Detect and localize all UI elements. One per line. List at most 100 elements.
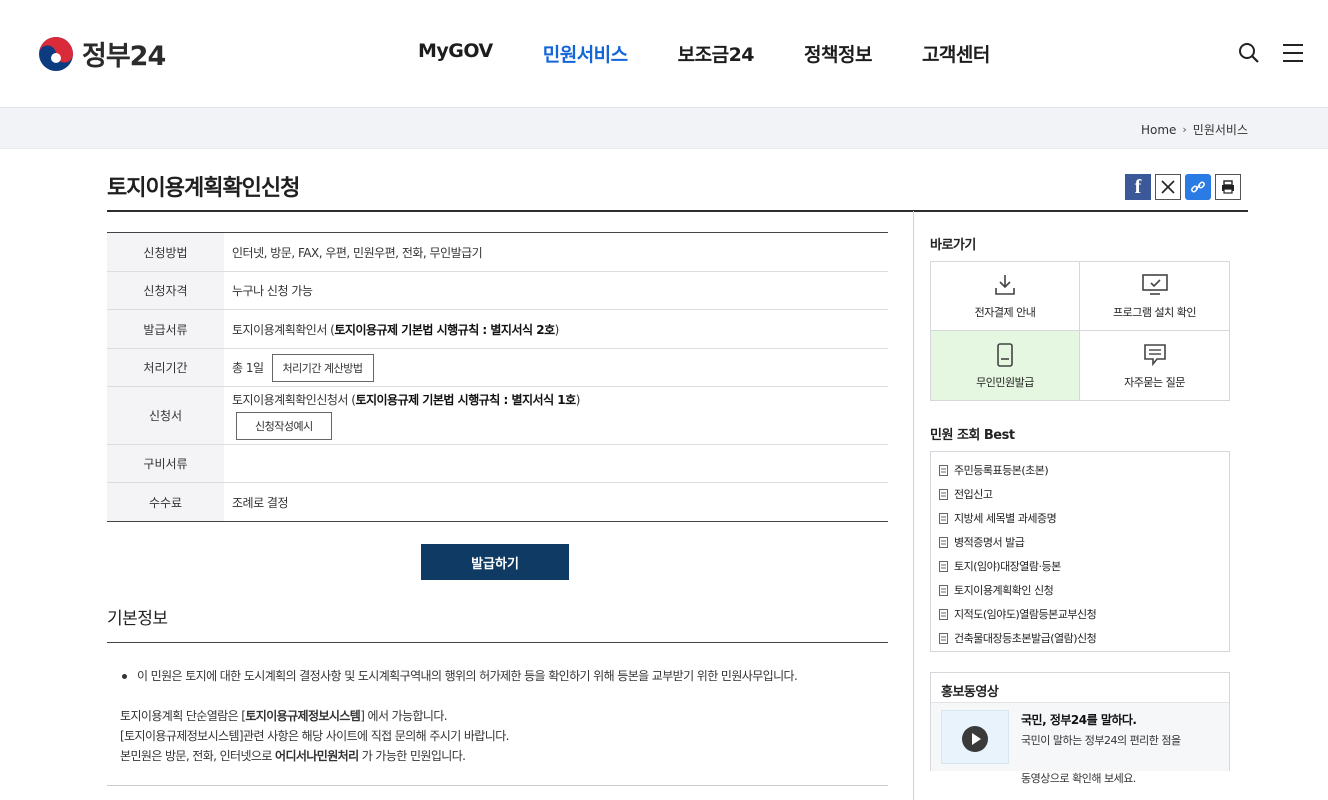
content-bottom-divider	[107, 785, 888, 786]
speech-bubble-icon	[1143, 343, 1166, 366]
list-item[interactable]: 전입신고	[939, 482, 1229, 506]
list-item[interactable]: 지방세 세목별 과세증명	[939, 506, 1229, 530]
kiosk-icon	[997, 342, 1013, 367]
p3-post: 가 가능한 민원입니다.	[358, 749, 466, 763]
p1-post: ] 에서 가능합니다.	[360, 709, 448, 723]
monitor-check-icon	[1141, 274, 1168, 295]
promo-desc-line1: 국민이 말하는 정부24의 편리한 점을	[1021, 734, 1181, 747]
list-item: 이 민원은 토지에 대한 도시계획의 결정사항 및 도시계획구역내의 행위의 허…	[120, 666, 880, 686]
list-item[interactable]: 토지(임야)대장열람·등본	[939, 554, 1229, 578]
table-row: 신청방법 인터넷, 방문, FAX, 우편, 민원우편, 전화, 무인발급기	[107, 233, 888, 272]
nav-subsidy24[interactable]: 보조금24	[678, 40, 755, 67]
p3-bold: 어디서나민원처리	[275, 749, 359, 763]
table-row: 구비서류	[107, 445, 888, 483]
basic-bullet-text: 이 민원은 토지에 대한 도시계획의 결정사항 및 도시계획구역내의 행위의 허…	[137, 669, 798, 683]
list-item[interactable]: 병적증명서 발급	[939, 530, 1229, 554]
row-value: 조례로 결정	[232, 495, 289, 510]
list-item[interactable]: 지적도(임야도)열람등본교부신청	[939, 602, 1229, 626]
document-icon	[939, 488, 948, 500]
form-regulation: 토지이용규제 기본법 시행규칙 : 별지서식 1호	[355, 393, 576, 407]
promo-headline[interactable]: 국민, 정부24를 말하다.	[1021, 711, 1181, 728]
menu-icon[interactable]	[1282, 42, 1304, 64]
page-title: 토지이용계획확인신청	[107, 176, 300, 201]
breadcrumb-current[interactable]: 민원서비스	[1193, 121, 1248, 138]
link-copy-icon[interactable]	[1185, 174, 1211, 200]
row-label: 신청방법	[107, 233, 224, 271]
site-header: 정부24 MyGOV 민원서비스 보조금24 정책정보 고객센터	[0, 0, 1328, 108]
best-title: 민원 조회 Best	[930, 428, 1015, 443]
row-value	[224, 445, 888, 482]
best-item-label: 지적도(임야도)열람등본교부신청	[954, 608, 1097, 621]
document-icon	[939, 536, 948, 548]
nav-mygov[interactable]: MyGOV	[418, 40, 493, 67]
basic-info: 이 민원은 토지에 대한 도시계획의 결정사항 및 도시계획구역내의 행위의 허…	[120, 666, 880, 766]
best-item-label: 주민등록표등본(초본)	[954, 464, 1049, 477]
play-icon[interactable]	[962, 726, 988, 752]
table-row: 신청자격 누구나 신청 가능	[107, 272, 888, 310]
main-nav: MyGOV 민원서비스 보조금24 정책정보 고객센터	[418, 40, 1040, 67]
table-row: 신청서 토지이용계획확인신청서 (토지이용규제 기본법 시행규칙 : 별지서식 …	[107, 387, 888, 445]
promo-desc: 국민이 말하는 정부24의 편리한 점을동영상으로 확인해 보세요.	[1021, 732, 1181, 787]
table-row: 수수료 조례로 결정	[107, 483, 888, 521]
row-value: 총 1일 처리기간 계산방법	[224, 349, 888, 386]
site-logo[interactable]: 정부24	[38, 34, 166, 73]
quick-link-label: 자주묻는 질문	[1124, 375, 1185, 389]
document-icon	[939, 512, 948, 524]
promo-video-box: 홍보동영상 국민, 정부24를 말하다. 국민이 말하는 정부24의 편리한 점…	[930, 672, 1230, 785]
form-example-button[interactable]: 신청작성예시	[236, 412, 332, 440]
section-title: 기본정보	[107, 609, 168, 629]
list-item[interactable]: 주민등록표등본(초본)	[939, 458, 1229, 482]
quick-link-faq[interactable]: 자주묻는 질문	[1080, 331, 1229, 400]
list-item[interactable]: 건축물대장등초본발급(열람)신청	[939, 626, 1229, 650]
issue-button[interactable]: 발급하기	[421, 544, 569, 580]
table-row: 발급서류 토지이용계획확인서 (토지이용규제 기본법 시행규칙 : 별지서식 2…	[107, 310, 888, 349]
document-icon	[939, 560, 948, 572]
quick-link-label: 무인민원발급	[976, 375, 1034, 389]
promo-text: 국민, 정부24를 말하다. 국민이 말하는 정부24의 편리한 점을동영상으로…	[1021, 710, 1181, 785]
row-value: 토지이용계획확인신청서 (토지이용규제 기본법 시행규칙 : 별지서식 1호) …	[224, 387, 888, 444]
download-icon	[995, 275, 1015, 295]
video-thumbnail[interactable]	[941, 710, 1009, 764]
nav-policy-info[interactable]: 정책정보	[804, 40, 872, 67]
section-divider	[107, 642, 888, 643]
breadcrumb-band: Home › 민원서비스	[0, 108, 1328, 149]
nav-customer-center[interactable]: 고객센터	[922, 40, 990, 67]
quick-link-epayment[interactable]: 전자결제 안내	[931, 262, 1080, 331]
basic-paragraph: 토지이용계획 단순열람은 [토지이용규제정보시스템] 에서 가능합니다. [토지…	[120, 706, 880, 766]
period-value: 총 1일	[232, 361, 264, 375]
facebook-icon[interactable]: f	[1125, 174, 1151, 200]
quick-link-program-check[interactable]: 프로그램 설치 확인	[1080, 262, 1229, 331]
row-value: 토지이용계획확인서 (토지이용규제 기본법 시행규칙 : 별지서식 2호)	[224, 310, 888, 348]
quick-link-kiosk[interactable]: 무인민원발급	[931, 331, 1080, 400]
p1-pre: 토지이용계획 단순열람은 [	[120, 709, 246, 723]
promo-desc-line2: 동영상으로 확인해 보세요.	[1021, 772, 1136, 785]
document-icon	[939, 464, 948, 476]
row-value: 누구나 신청 가능	[232, 284, 313, 298]
quick-links: 전자결제 안내 프로그램 설치 확인 무인민원발급 자주묻는 질문	[930, 261, 1230, 401]
p1-system-link[interactable]: 토지이용규제정보시스템	[245, 709, 360, 723]
form-name: 토지이용계획확인신청서 (	[232, 393, 356, 407]
x-twitter-icon[interactable]	[1155, 174, 1181, 200]
title-divider	[107, 210, 1248, 212]
list-item[interactable]: 토지이용계획확인 신청	[939, 578, 1229, 602]
best-item-label: 병적증명서 발급	[954, 536, 1025, 549]
print-icon[interactable]	[1215, 174, 1241, 200]
breadcrumb: Home › 민원서비스	[1141, 121, 1248, 138]
nav-civil-service[interactable]: 민원서비스	[543, 40, 628, 67]
period-calc-button[interactable]: 처리기간 계산방법	[271, 353, 374, 382]
search-icon[interactable]	[1238, 42, 1260, 64]
quick-links-title: 바로가기	[930, 238, 976, 253]
document-icon	[939, 584, 948, 596]
best-item-label: 지방세 세목별 과세증명	[954, 512, 1057, 525]
p3-pre: 본민원은 방문, 전화, 인터넷으로	[120, 749, 276, 763]
row-label: 구비서류	[107, 445, 224, 482]
taegeuk-logo-icon	[39, 36, 73, 71]
row-label: 발급서류	[107, 310, 224, 348]
best-item-label: 전입신고	[954, 488, 993, 501]
breadcrumb-home[interactable]: Home	[1141, 123, 1176, 137]
promo-body: 국민, 정부24를 말하다. 국민이 말하는 정부24의 편리한 점을동영상으로…	[931, 703, 1229, 785]
row-label: 신청서	[107, 387, 224, 444]
quick-link-label: 프로그램 설치 확인	[1113, 306, 1196, 319]
doc-name: 토지이용계획확인서 (	[232, 322, 335, 337]
best-list: 주민등록표등본(초본) 전입신고 지방세 세목별 과세증명 병적증명서 발급 토…	[930, 451, 1230, 652]
